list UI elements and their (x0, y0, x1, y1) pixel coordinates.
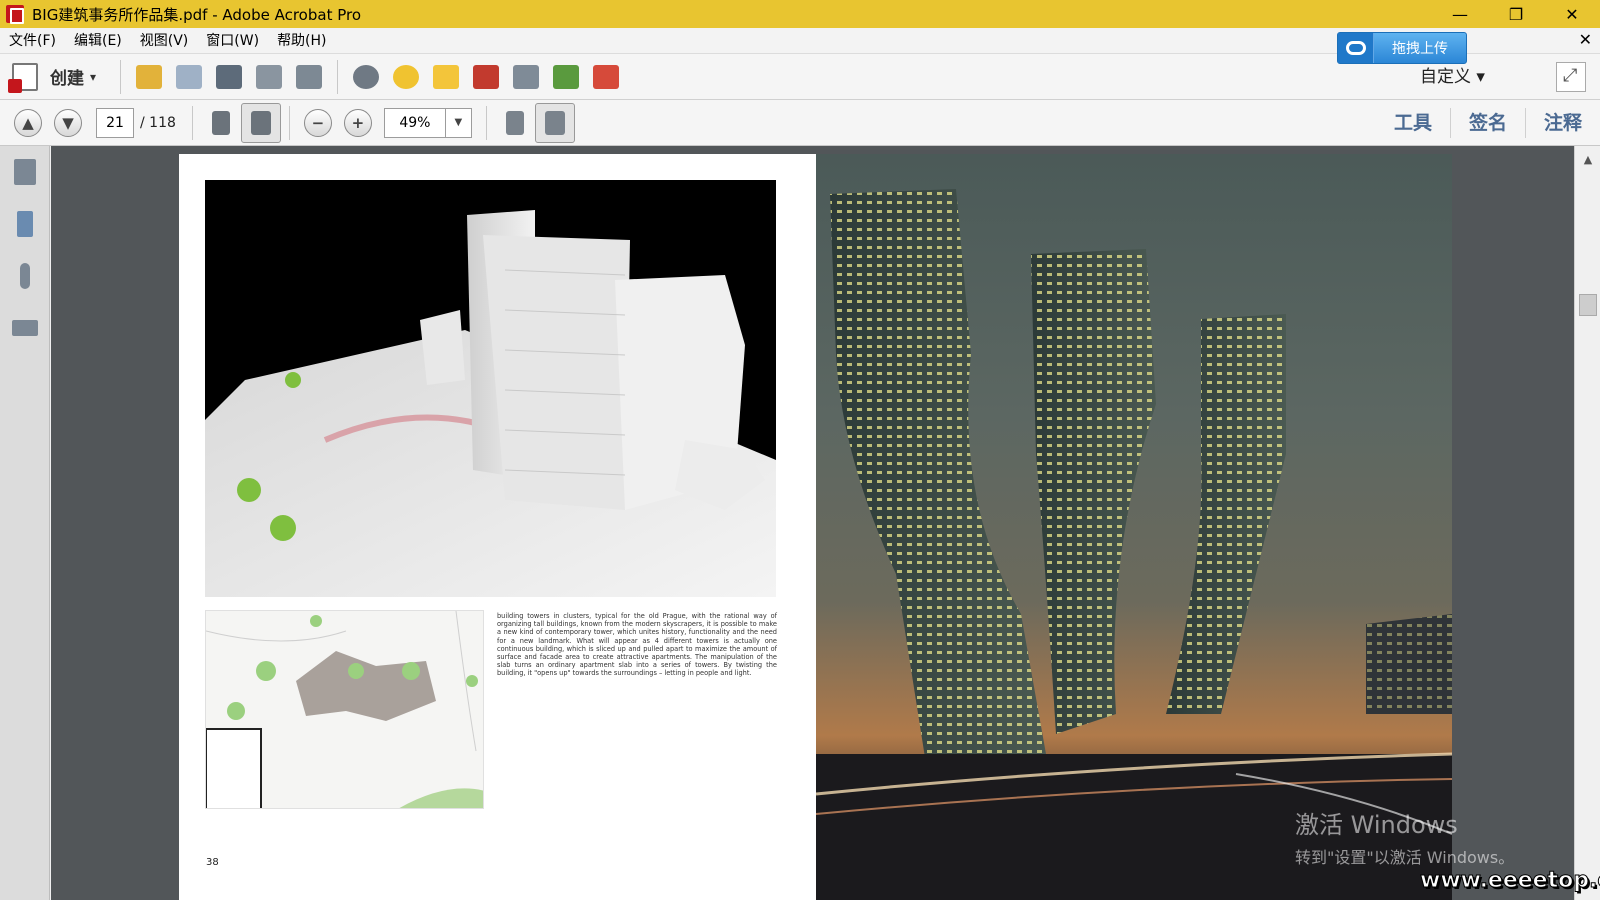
pages-panel-button[interactable] (0, 146, 50, 198)
fit-page-icon (544, 110, 565, 135)
toolbar-separator (288, 105, 290, 140)
comment-button[interactable] (386, 57, 426, 97)
restore-button[interactable]: ❐ (1488, 0, 1544, 28)
compare-icon (513, 64, 540, 89)
highlight-button[interactable] (426, 57, 466, 97)
next-page-button[interactable]: ▼ (54, 108, 82, 137)
hand-icon (250, 110, 271, 135)
vertical-scrollbar[interactable]: ▲ (1574, 146, 1600, 900)
pdf-page-right (816, 154, 1452, 900)
activate-windows-hint: 转到"设置"以激活 Windows。 (1295, 848, 1515, 867)
zoom-dropdown-button[interactable]: ▼ (445, 107, 472, 138)
menu-file[interactable]: 文件(F) (0, 28, 65, 54)
gear-icon (353, 64, 380, 89)
menu-edit[interactable]: 编辑(E) (65, 28, 131, 54)
attachments-panel-button[interactable] (0, 250, 50, 302)
activate-windows-title: 激活 Windows (1295, 811, 1458, 839)
minimize-button[interactable]: — (1432, 0, 1488, 28)
pdf-page-left: building towers in clusters, typical for… (179, 154, 816, 900)
hand-tool-button[interactable] (240, 102, 281, 143)
create-pdf-icon (8, 62, 38, 93)
page-number-input[interactable]: 21 (96, 107, 134, 138)
page-number-label: 38 (206, 857, 219, 868)
drag-upload-label: 拖拽上传 (1392, 41, 1448, 57)
page-total: / 118 (140, 114, 176, 131)
navigation-toolbar: ▲ ▼ 21 / 118 − + 49% ▼ 工具 签名 注释 (0, 100, 1600, 146)
architectural-model-photo (205, 180, 776, 597)
site-plan-illustration (206, 611, 483, 808)
toolbar-separator (485, 105, 487, 140)
bookmarks-panel-button[interactable] (0, 198, 50, 250)
open-button[interactable] (129, 57, 169, 97)
menu-window[interactable]: 窗口(W) (197, 28, 268, 54)
close-window-button[interactable]: ✕ (1544, 0, 1600, 28)
attachment-icon (20, 263, 30, 289)
signature-icon (12, 320, 38, 336)
save-icon (176, 64, 203, 89)
project-description: building towers in clusters, typical for… (497, 612, 777, 678)
navigation-panel (0, 146, 50, 900)
redact-icon (473, 64, 500, 89)
menu-help[interactable]: 帮助(H) (268, 28, 335, 54)
drag-upload-button[interactable]: 拖拽上传 (1337, 32, 1467, 64)
fit-page-button[interactable] (534, 102, 575, 143)
redact-button[interactable] (466, 57, 506, 97)
export-icon (553, 64, 580, 89)
scroll-up-button[interactable]: ▲ (1575, 146, 1600, 172)
sign-link[interactable]: 签名 (1449, 108, 1525, 138)
tools-link[interactable]: 工具 (1376, 108, 1450, 138)
folder-open-icon (136, 64, 163, 89)
night-towers-rendering (816, 189, 1452, 900)
site-plan-drawing (205, 610, 484, 809)
toolbar-separator (337, 59, 339, 94)
menu-view[interactable]: 视图(V) (131, 28, 198, 54)
create-dropdown-icon: ▾ (90, 69, 97, 84)
cursor-icon (211, 110, 230, 135)
document-view[interactable]: building towers in clusters, typical for… (51, 146, 1574, 900)
model-illustration (205, 180, 776, 597)
scroll-thumb[interactable] (1579, 294, 1597, 316)
create-label: 创建 (50, 69, 84, 89)
expand-icon[interactable] (1556, 62, 1586, 92)
save-button[interactable] (169, 57, 209, 97)
scroll-pages-icon (505, 110, 524, 135)
windows-activation-watermark: 激活 Windows 转到"设置"以激活 Windows。 (1295, 805, 1514, 868)
settings-button[interactable] (346, 57, 386, 97)
window-title: BIG建筑事务所作品集.pdf - Adobe Acrobat Pro (32, 5, 362, 24)
cloud-icon (1338, 33, 1374, 63)
close-document-button[interactable]: ✕ (1579, 30, 1592, 49)
acrobat-app-icon (6, 5, 24, 24)
print-button[interactable] (209, 57, 249, 97)
select-tool-button[interactable] (201, 103, 241, 143)
zoom-out-button[interactable]: − (303, 108, 332, 137)
task-pane-links: 工具 签名 注释 (1376, 100, 1600, 146)
comment-link[interactable]: 注释 (1524, 108, 1600, 138)
compare-button[interactable] (506, 57, 546, 97)
edit-button[interactable] (249, 57, 289, 97)
toolbar-separator (120, 59, 122, 94)
window-controls: — ❐ ✕ (1432, 0, 1600, 28)
previous-page-button[interactable]: ▲ (14, 108, 42, 137)
highlighter-icon (433, 64, 460, 89)
title-bar: BIG建筑事务所作品集.pdf - Adobe Acrobat Pro — ❐ … (0, 0, 1600, 28)
toolbar-separator (191, 105, 193, 140)
scroll-mode-button[interactable] (495, 103, 535, 143)
pages-icon (14, 159, 36, 185)
printer-icon (216, 64, 243, 89)
speech-bubble-icon (393, 64, 420, 89)
create-button[interactable]: 创建 ▾ (8, 62, 97, 93)
mail-icon (296, 64, 323, 89)
export-button[interactable] (546, 57, 586, 97)
site-watermark: www.eeeetop.com (1419, 868, 1600, 894)
zoom-input[interactable]: 49% (383, 107, 446, 138)
edit-document-icon (256, 64, 283, 89)
sign-button[interactable] (586, 57, 626, 97)
email-button[interactable] (289, 57, 329, 97)
zoom-in-button[interactable]: + (343, 108, 372, 137)
bookmark-icon (17, 211, 33, 237)
sign-document-icon (593, 64, 620, 89)
signatures-panel-button[interactable] (0, 302, 50, 354)
